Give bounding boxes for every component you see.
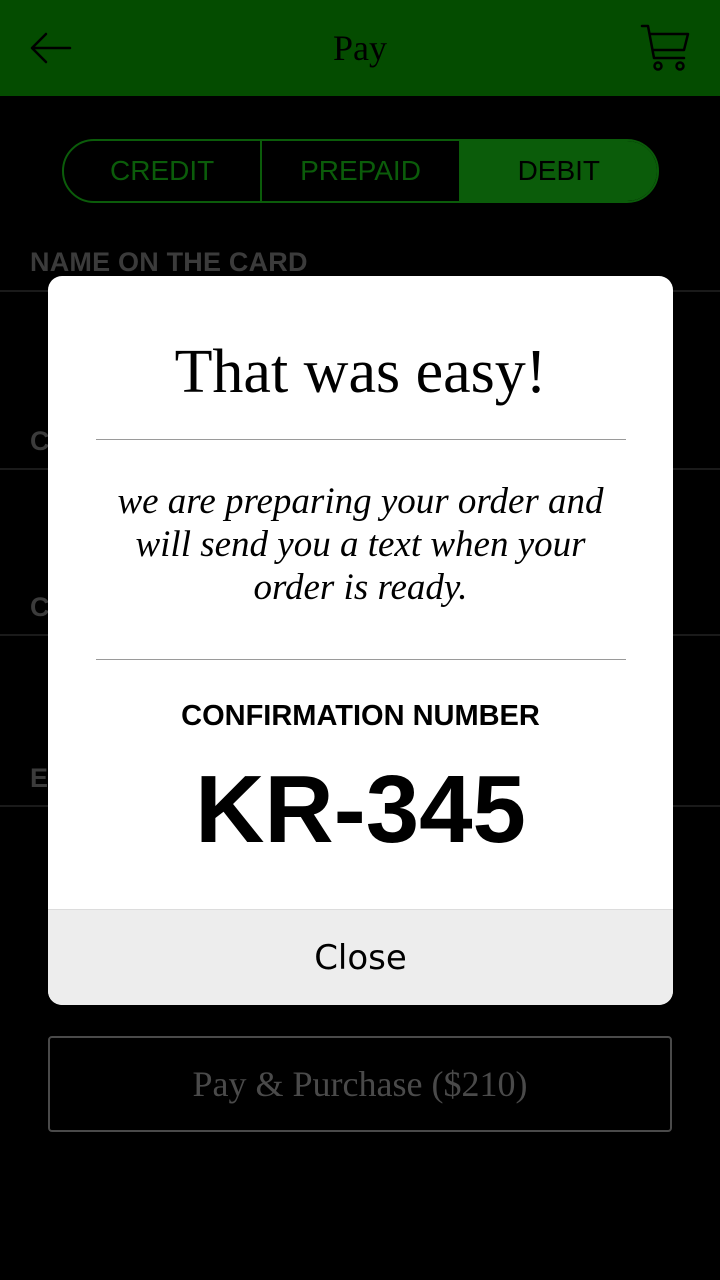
confirmation-number: KR-345 xyxy=(195,756,526,863)
app-header: Pay xyxy=(0,0,720,96)
cart-button[interactable] xyxy=(638,20,694,76)
tab-prepaid[interactable]: PREPAID xyxy=(260,141,458,201)
close-button[interactable]: Close xyxy=(48,909,673,1005)
card-field-label: C xyxy=(30,426,50,456)
modal-divider xyxy=(96,659,626,660)
modal-message: we are preparing your order and will sen… xyxy=(117,481,604,608)
tab-credit[interactable]: CREDIT xyxy=(64,141,260,201)
shopping-cart-icon xyxy=(640,24,690,71)
payment-type-tabs: CREDIT PREPAID DEBIT xyxy=(62,139,659,203)
name-on-card-label: NAME ON THE CARD xyxy=(30,247,308,277)
card-field-label: E xyxy=(30,763,49,793)
confirmation-modal: That was easy! we are preparing your ord… xyxy=(48,276,673,1005)
confirmation-label: CONFIRMATION NUMBER xyxy=(181,700,540,732)
modal-title: That was easy! xyxy=(174,338,547,406)
tab-debit[interactable]: DEBIT xyxy=(458,141,657,201)
pay-purchase-button[interactable]: Pay & Purchase ($210) xyxy=(48,1036,672,1132)
card-field-label: C xyxy=(30,592,50,622)
page-title: Pay xyxy=(333,28,387,68)
modal-divider xyxy=(96,439,626,440)
